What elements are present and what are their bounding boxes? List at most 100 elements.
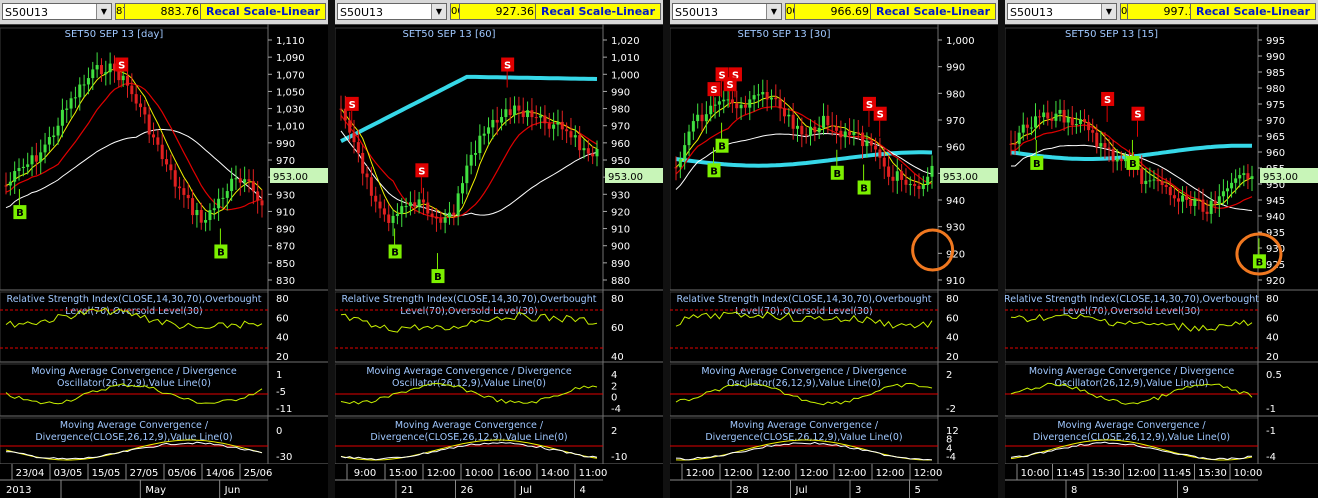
candle-body bbox=[108, 63, 112, 73]
rsi-title-line1: Relative Strength Index(CLOSE,14,30,70),… bbox=[342, 294, 597, 305]
symbol-select[interactable]: S50U13 ▼ bbox=[2, 3, 112, 20]
chevron-down-icon[interactable]: ▼ bbox=[1101, 4, 1116, 19]
price-tick-label: 920 bbox=[611, 207, 630, 218]
candle-body bbox=[878, 149, 882, 158]
candle-body bbox=[1209, 200, 1213, 214]
ma-5-line bbox=[340, 108, 598, 218]
recal-scale-button[interactable]: Recal Scale-Linear bbox=[535, 3, 661, 20]
candle-body bbox=[830, 125, 834, 127]
candle-body bbox=[82, 84, 86, 86]
candle-body bbox=[1189, 199, 1193, 206]
candle-body bbox=[1025, 124, 1029, 128]
macd1-tick-label: 2 bbox=[611, 381, 617, 392]
candle-body bbox=[804, 134, 808, 136]
last-value-display: 927.36 bbox=[459, 3, 539, 20]
x-tick-label: 15:00 bbox=[389, 468, 418, 479]
price-tick-label: 980 bbox=[1266, 84, 1285, 95]
x-period-label: Jun bbox=[224, 485, 241, 496]
chevron-down-icon[interactable]: ▼ bbox=[431, 4, 446, 19]
candle-body bbox=[43, 144, 47, 153]
candle-body bbox=[8, 181, 12, 186]
candle-body bbox=[900, 171, 904, 180]
candle-body bbox=[782, 108, 786, 117]
candle-body bbox=[156, 137, 160, 145]
price-tick-label: 920 bbox=[1266, 276, 1285, 287]
rsi-title-line1: Relative Strength Index(CLOSE,14,30,70),… bbox=[677, 294, 932, 305]
candle-body bbox=[125, 75, 129, 86]
chevron-down-icon[interactable]: ▼ bbox=[96, 4, 111, 19]
price-tick-label: 1,110 bbox=[276, 36, 305, 47]
price-tick-label: 1,000 bbox=[946, 36, 975, 47]
symbol-select[interactable]: S50U13 ▼ bbox=[337, 3, 447, 20]
price-tick-label: 940 bbox=[1266, 212, 1285, 223]
candle-body bbox=[495, 119, 499, 123]
candle-body bbox=[848, 131, 852, 135]
candle-body bbox=[1197, 198, 1201, 200]
signal-label: B bbox=[860, 184, 868, 195]
candle-body bbox=[178, 186, 182, 189]
candle-body bbox=[374, 195, 378, 202]
candle-body bbox=[1062, 109, 1066, 123]
macd2-title-line1: Moving Average Convergence / bbox=[395, 420, 544, 431]
candle-body bbox=[39, 152, 43, 162]
signal-label: S bbox=[418, 166, 425, 177]
x-tick-label: 15/05 bbox=[92, 468, 121, 479]
candle-body bbox=[17, 168, 21, 172]
candle-body bbox=[1115, 158, 1119, 162]
candle-body bbox=[1066, 117, 1070, 123]
candle-body bbox=[247, 179, 251, 182]
price-tick-label: 990 bbox=[611, 87, 630, 98]
price-tick-label: 970 bbox=[276, 156, 295, 167]
price-tick-label: 1,010 bbox=[611, 53, 640, 64]
candle-body bbox=[1099, 143, 1103, 147]
candle-body bbox=[526, 110, 530, 118]
candle-body bbox=[91, 69, 95, 79]
symbol-select[interactable]: S50U13 ▼ bbox=[672, 3, 782, 20]
signal-label: B bbox=[710, 166, 718, 177]
candle-body bbox=[234, 178, 238, 180]
candle-body bbox=[1013, 143, 1017, 145]
candle-body bbox=[400, 206, 404, 214]
candle-body bbox=[1144, 180, 1148, 185]
candle-body bbox=[65, 108, 69, 110]
candle-body bbox=[482, 133, 486, 136]
candle-body bbox=[469, 154, 473, 166]
candle-body bbox=[856, 132, 860, 134]
candle-body bbox=[139, 103, 143, 108]
recal-scale-button[interactable]: Recal Scale-Linear bbox=[1190, 3, 1316, 20]
x-tick-label: 03/05 bbox=[54, 468, 83, 479]
price-tick-label: 910 bbox=[611, 225, 630, 236]
rsi-tick-label: 20 bbox=[276, 352, 289, 363]
panel-toolbar: S50U13 ▼ 00 927.36 Recal Scale-Linear bbox=[335, 0, 663, 25]
price-tick-label: 970 bbox=[611, 122, 630, 133]
symbol-select[interactable]: S50U13 ▼ bbox=[1007, 3, 1117, 20]
x-tick-label: 27/05 bbox=[130, 468, 159, 479]
recal-scale-button[interactable]: Recal Scale-Linear bbox=[870, 3, 996, 20]
recal-scale-button[interactable]: Recal Scale-Linear bbox=[200, 3, 326, 20]
candle-body bbox=[478, 135, 482, 154]
signal-label: S bbox=[710, 85, 717, 96]
candle-body bbox=[795, 125, 799, 129]
candle-body bbox=[1083, 119, 1087, 122]
signal-label: B bbox=[718, 142, 726, 153]
candle-body bbox=[1095, 132, 1099, 147]
macd2-tick-label: 0 bbox=[276, 426, 282, 437]
macd2-title-line2: Divergence(CLOSE,26,12,9),Value Line(0) bbox=[370, 432, 567, 443]
x-tick-label: 05/06 bbox=[168, 468, 197, 479]
macd1-title-line2: Oscillator(26,12,9),Value Line(0) bbox=[727, 378, 881, 389]
macd-line bbox=[1010, 439, 1253, 461]
last-value-display: 883.76 bbox=[124, 3, 204, 20]
chevron-down-icon[interactable]: ▼ bbox=[766, 4, 781, 19]
price-tick-label: 980 bbox=[946, 89, 965, 100]
candle-body bbox=[1038, 116, 1042, 118]
ma-30-line bbox=[5, 128, 263, 209]
candle-body bbox=[908, 184, 912, 186]
candle-body bbox=[1201, 199, 1205, 212]
candle-body bbox=[904, 179, 908, 185]
candle-body bbox=[30, 155, 34, 165]
last-value-display: 966.69 bbox=[794, 3, 874, 20]
rsi-tick-label: 60 bbox=[1266, 313, 1279, 324]
x-tick-label: 12:00 bbox=[1127, 468, 1156, 479]
ma-5-line bbox=[5, 68, 263, 215]
macd1-title-line1: Moving Average Convergence / Divergence bbox=[366, 366, 572, 377]
